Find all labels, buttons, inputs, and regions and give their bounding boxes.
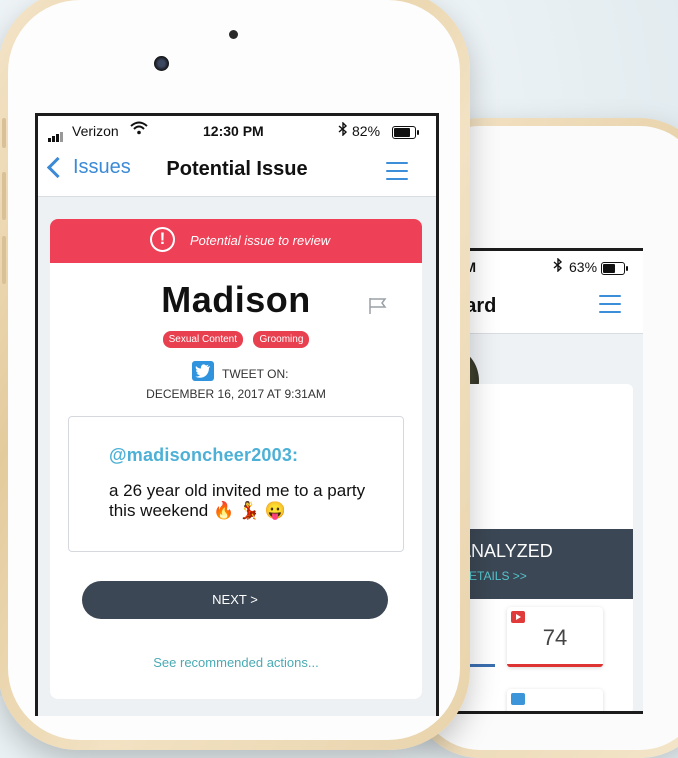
analyzed-banner[interactable]: S ANALYZED S DETAILS >>: [453, 529, 633, 599]
tag-list: Sexual Content Grooming: [50, 329, 422, 348]
status-bar: Verizon 12:30 PM 82%: [38, 116, 436, 146]
tag-badge: Grooming: [253, 331, 310, 348]
issue-body: ! Potential issue to review Madison Sexu…: [38, 197, 436, 716]
tweet-date: DECEMBER 16, 2017 AT 9:31AM: [146, 387, 326, 401]
front-phone-screen: Verizon 12:30 PM 82% Issues Potential Is…: [35, 113, 439, 716]
bluetooth-icon: [338, 121, 348, 139]
youtube-icon: [511, 611, 525, 623]
alert-banner: ! Potential issue to review: [50, 219, 422, 263]
signal-icon: [48, 126, 64, 142]
dashboard-body: ison S ANALYZED S DETAILS >> 3 74 274: [453, 334, 643, 711]
tag-badge: Sexual Content: [162, 331, 244, 348]
tweet-content-box: @madisoncheer2003: a 26 year old invited…: [68, 416, 404, 552]
battery-icon: [392, 123, 419, 139]
menu-icon[interactable]: [386, 162, 408, 180]
alert-icon: !: [150, 227, 175, 252]
profile-card: ison S ANALYZED S DETAILS >> 3 74 274: [453, 384, 633, 711]
status-bar: PM 63%: [453, 251, 643, 281]
stat-card-youtube[interactable]: 74: [507, 607, 603, 667]
profile-name: Madison: [161, 279, 311, 320]
bluetooth-icon: [553, 257, 563, 275]
recommended-actions-link[interactable]: See recommended actions...: [50, 655, 422, 670]
speaker: [229, 30, 238, 39]
tweet-text: a 26 year old invited me to a party this…: [109, 481, 366, 520]
twitter-icon: [192, 361, 214, 381]
nav-bar: oard: [453, 281, 643, 334]
status-time: 12:30 PM: [203, 123, 264, 139]
page-title: Potential Issue: [166, 158, 308, 180]
menu-icon[interactable]: [599, 295, 621, 313]
volume-up-button: [2, 172, 6, 220]
wifi-icon: [130, 121, 148, 138]
mute-switch: [2, 118, 6, 148]
nav-bar: Issues Potential Issue: [38, 146, 436, 197]
volume-down-button: [2, 236, 6, 284]
alert-text: Potential issue to review: [190, 233, 331, 248]
stat-card-twitter[interactable]: 274: [507, 689, 603, 711]
tweet-label: TWEET ON:: [222, 367, 289, 381]
battery-percent: 63%: [569, 259, 628, 275]
carrier-name: Verizon: [72, 123, 119, 139]
tweet-handle[interactable]: @madisoncheer2003:: [109, 445, 298, 466]
stat-value: 274: [507, 707, 603, 711]
next-button[interactable]: NEXT >: [82, 581, 388, 619]
back-phone-screen: PM 63% oard ison S ANALYZED S DETAILS >>…: [450, 248, 643, 714]
issue-card: ! Potential issue to review Madison Sexu…: [50, 219, 422, 699]
stat-value: 74: [542, 625, 568, 650]
twitter-icon: [511, 693, 525, 705]
flag-icon[interactable]: [368, 297, 388, 315]
battery-icon: [600, 261, 628, 275]
front-camera: [154, 56, 169, 71]
battery-percent: 82%: [352, 123, 381, 139]
